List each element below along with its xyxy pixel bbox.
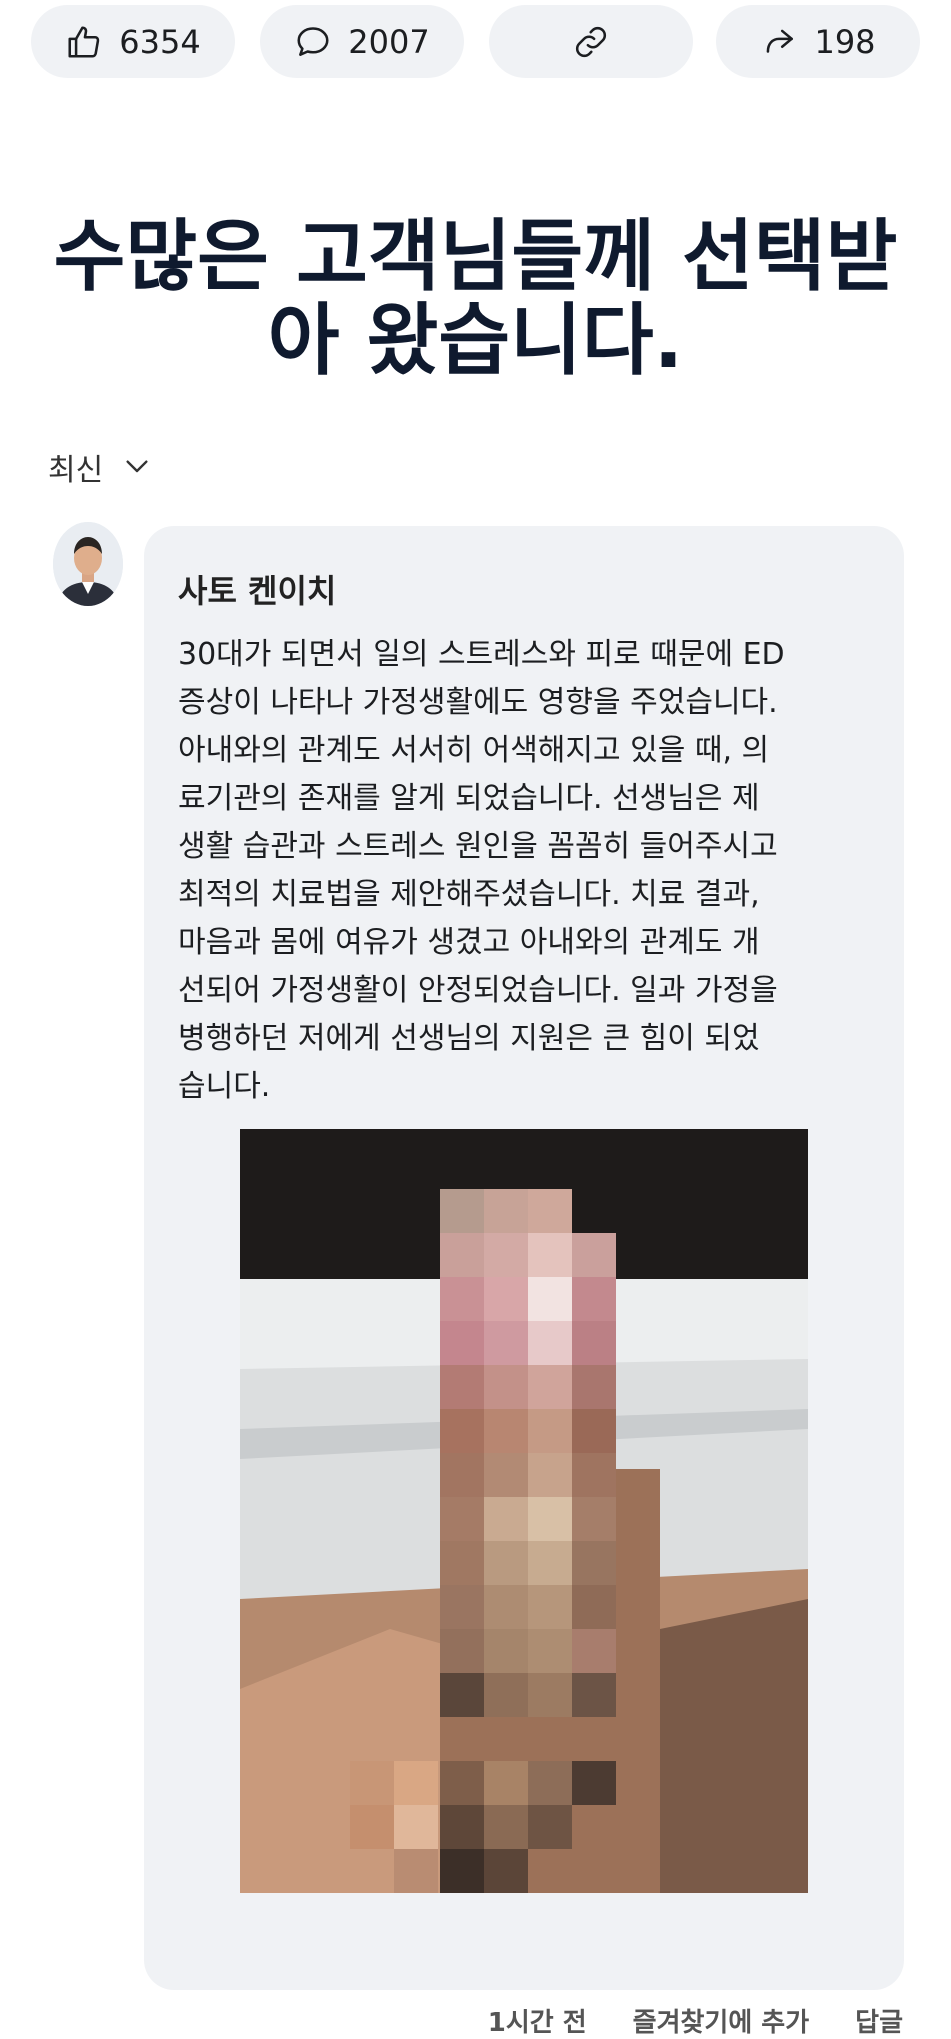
- comment-author[interactable]: 사토 켄이치: [178, 566, 336, 612]
- sort-label: 최신: [48, 453, 104, 488]
- avatar[interactable]: [53, 522, 123, 606]
- comment-actions: 1시간 전 즐겨찾기에 추가 답글: [488, 2002, 903, 2039]
- comment-timestamp: 1시간 전: [487, 2008, 587, 2038]
- comment-image[interactable]: [240, 1129, 808, 1893]
- comment-button[interactable]: 2007: [260, 5, 464, 78]
- reply-link[interactable]: 답글: [855, 2002, 903, 2039]
- like-button[interactable]: 6354: [31, 5, 235, 78]
- like-count: 6354: [119, 22, 201, 61]
- share-arrow-icon: [767, 29, 794, 53]
- share-button[interactable]: 198: [716, 5, 920, 78]
- add-favorite-link[interactable]: 즐겨찾기에 추가: [633, 2002, 810, 2039]
- speech-bubble-icon: [297, 26, 329, 56]
- section-title: 수많은 고객님들께 선택받 아 왔습니다.: [40, 215, 911, 383]
- comment-bubble: 사토 켄이치 30대가 되면서 일의 스트레스와 피로 때문에 ED 증상이 나…: [144, 526, 904, 1990]
- reaction-bar: 6354 2007 198: [31, 5, 920, 78]
- avatar-photo: [53, 522, 123, 606]
- share-count: 198: [814, 22, 876, 61]
- comment-text: 30대가 되면서 일의 스트레스와 피로 때문에 ED 증상이 나타나 가정생활…: [178, 637, 785, 1104]
- chevron-down-icon: [126, 460, 148, 473]
- censored-photo: [240, 1129, 808, 1893]
- comment-count: 2007: [348, 22, 430, 61]
- link-icon: [575, 26, 607, 57]
- sort-dropdown[interactable]: 최신: [48, 445, 153, 489]
- copy-link-button[interactable]: [489, 5, 693, 78]
- section-title-text: 수많은 고객님들께 선택받 아 왔습니다.: [53, 212, 898, 386]
- thumbs-up-icon: [68, 25, 100, 58]
